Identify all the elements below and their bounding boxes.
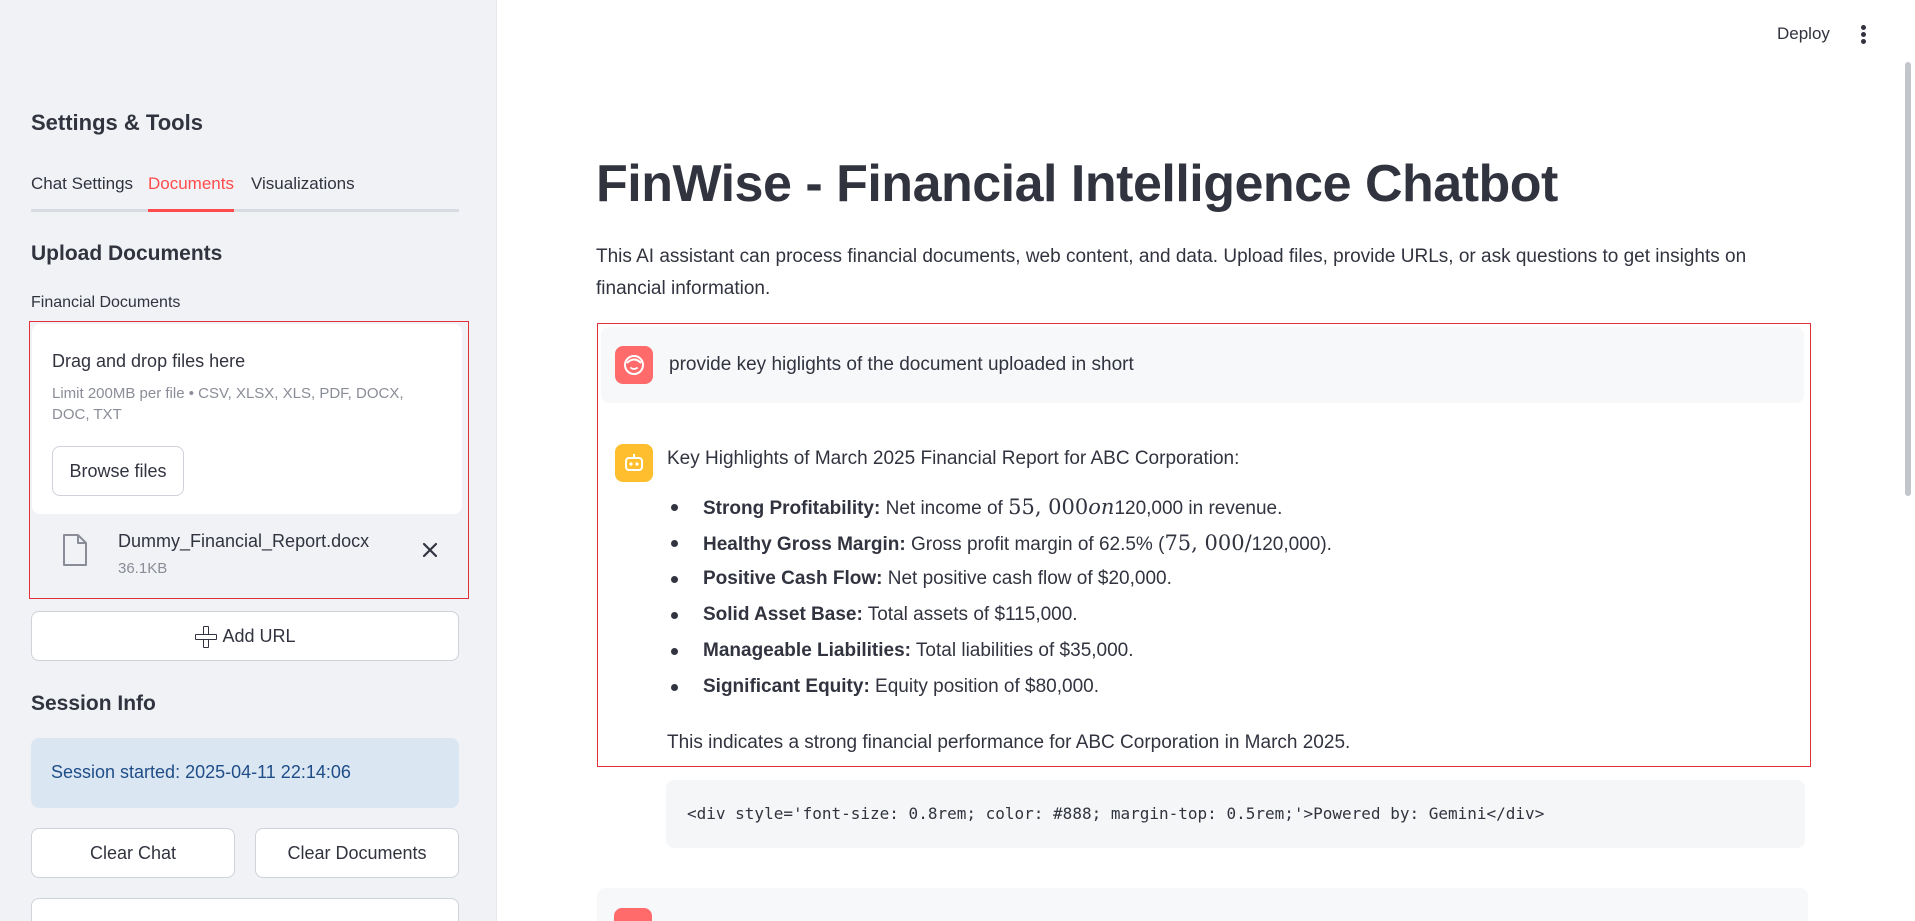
list-item: Strong Profitability: Net income of 55, … bbox=[667, 494, 1332, 530]
close-icon bbox=[422, 542, 438, 558]
bot-outro-text: This indicates a strong financial perfor… bbox=[667, 732, 1351, 753]
user-avatar-icon bbox=[614, 908, 652, 921]
deploy-button[interactable]: Deploy bbox=[1777, 24, 1830, 44]
list-item: Significant Equity: Equity position of $… bbox=[667, 674, 1332, 710]
code-block: <div style='font-size: 0.8rem; color: #8… bbox=[666, 780, 1805, 848]
sidebar: Settings & Tools Chat Settings Documents… bbox=[0, 0, 497, 921]
sidebar-title: Settings & Tools bbox=[31, 110, 203, 135]
page-title: FinWise - Financial Intelligence Chatbot bbox=[596, 155, 1558, 213]
active-tab-indicator bbox=[148, 209, 234, 212]
list-item: Positive Cash Flow: Net positive cash fl… bbox=[667, 566, 1332, 602]
code-text: <div style='font-size: 0.8rem; color: #8… bbox=[687, 804, 1545, 823]
bot-intro-text: Key Highlights of March 2025 Financial R… bbox=[667, 448, 1240, 469]
remove-file-button[interactable] bbox=[418, 538, 442, 562]
browse-files-button[interactable]: Browse files bbox=[52, 446, 184, 496]
sidebar-tabs: Chat Settings Documents Visualizations bbox=[31, 172, 459, 212]
plus-icon bbox=[194, 625, 218, 648]
add-url-label: Add URL bbox=[222, 625, 296, 646]
session-info-box: Session started: 2025-04-11 22:14:06 bbox=[31, 738, 459, 808]
dropzone-limit: Limit 200MB per file • CSV, XLSX, XLS, P… bbox=[52, 385, 404, 423]
scrollbar[interactable] bbox=[1905, 62, 1911, 496]
highlights-list: Strong Profitability: Net income of 55, … bbox=[667, 494, 1332, 710]
more-options-icon[interactable] bbox=[1856, 22, 1870, 46]
field-label: Financial Documents bbox=[31, 294, 181, 311]
dropzone[interactable]: Drag and drop files here Limit 200MB per… bbox=[32, 324, 462, 514]
page-description: This AI assistant can process financial … bbox=[596, 246, 1747, 299]
uploaded-file: Dummy_Financial_Report.docx 36.1KB bbox=[32, 520, 462, 590]
add-url-button[interactable]: Add URL bbox=[31, 611, 459, 661]
user-message-text: provide key higlights of the document up… bbox=[669, 354, 1134, 375]
file-uploader: Drag and drop files here Limit 200MB per… bbox=[29, 321, 469, 599]
chat-highlight: provide key higlights of the document up… bbox=[597, 323, 1811, 767]
user-avatar-icon bbox=[615, 346, 653, 384]
file-name: Dummy_Financial_Report.docx bbox=[118, 531, 370, 551]
list-item: Manageable Liabilities: Total liabilitie… bbox=[667, 638, 1332, 674]
tab-visualizations[interactable]: Visualizations bbox=[251, 174, 355, 194]
dropzone-title: Drag and drop files here bbox=[52, 351, 246, 371]
upload-heading: Upload Documents bbox=[31, 242, 223, 265]
clear-chat-button[interactable]: Clear Chat bbox=[31, 828, 235, 878]
file-size: 36.1KB bbox=[118, 560, 168, 577]
tab-chat-settings[interactable]: Chat Settings bbox=[31, 174, 133, 194]
list-item: Healthy Gross Margin: Gross profit margi… bbox=[667, 530, 1332, 566]
tab-documents[interactable]: Documents bbox=[148, 174, 234, 194]
session-heading: Session Info bbox=[31, 692, 156, 715]
sidebar-button-partial[interactable] bbox=[31, 898, 459, 921]
next-user-message bbox=[597, 888, 1808, 921]
file-icon bbox=[63, 534, 87, 566]
list-item: Solid Asset Base: Total assets of $115,0… bbox=[667, 602, 1332, 638]
bot-avatar-icon bbox=[615, 444, 653, 482]
clear-documents-button[interactable]: Clear Documents bbox=[255, 828, 459, 878]
user-message: provide key higlights of the document up… bbox=[601, 327, 1804, 403]
session-started-text: Session started: 2025-04-11 22:14:06 bbox=[51, 762, 351, 782]
